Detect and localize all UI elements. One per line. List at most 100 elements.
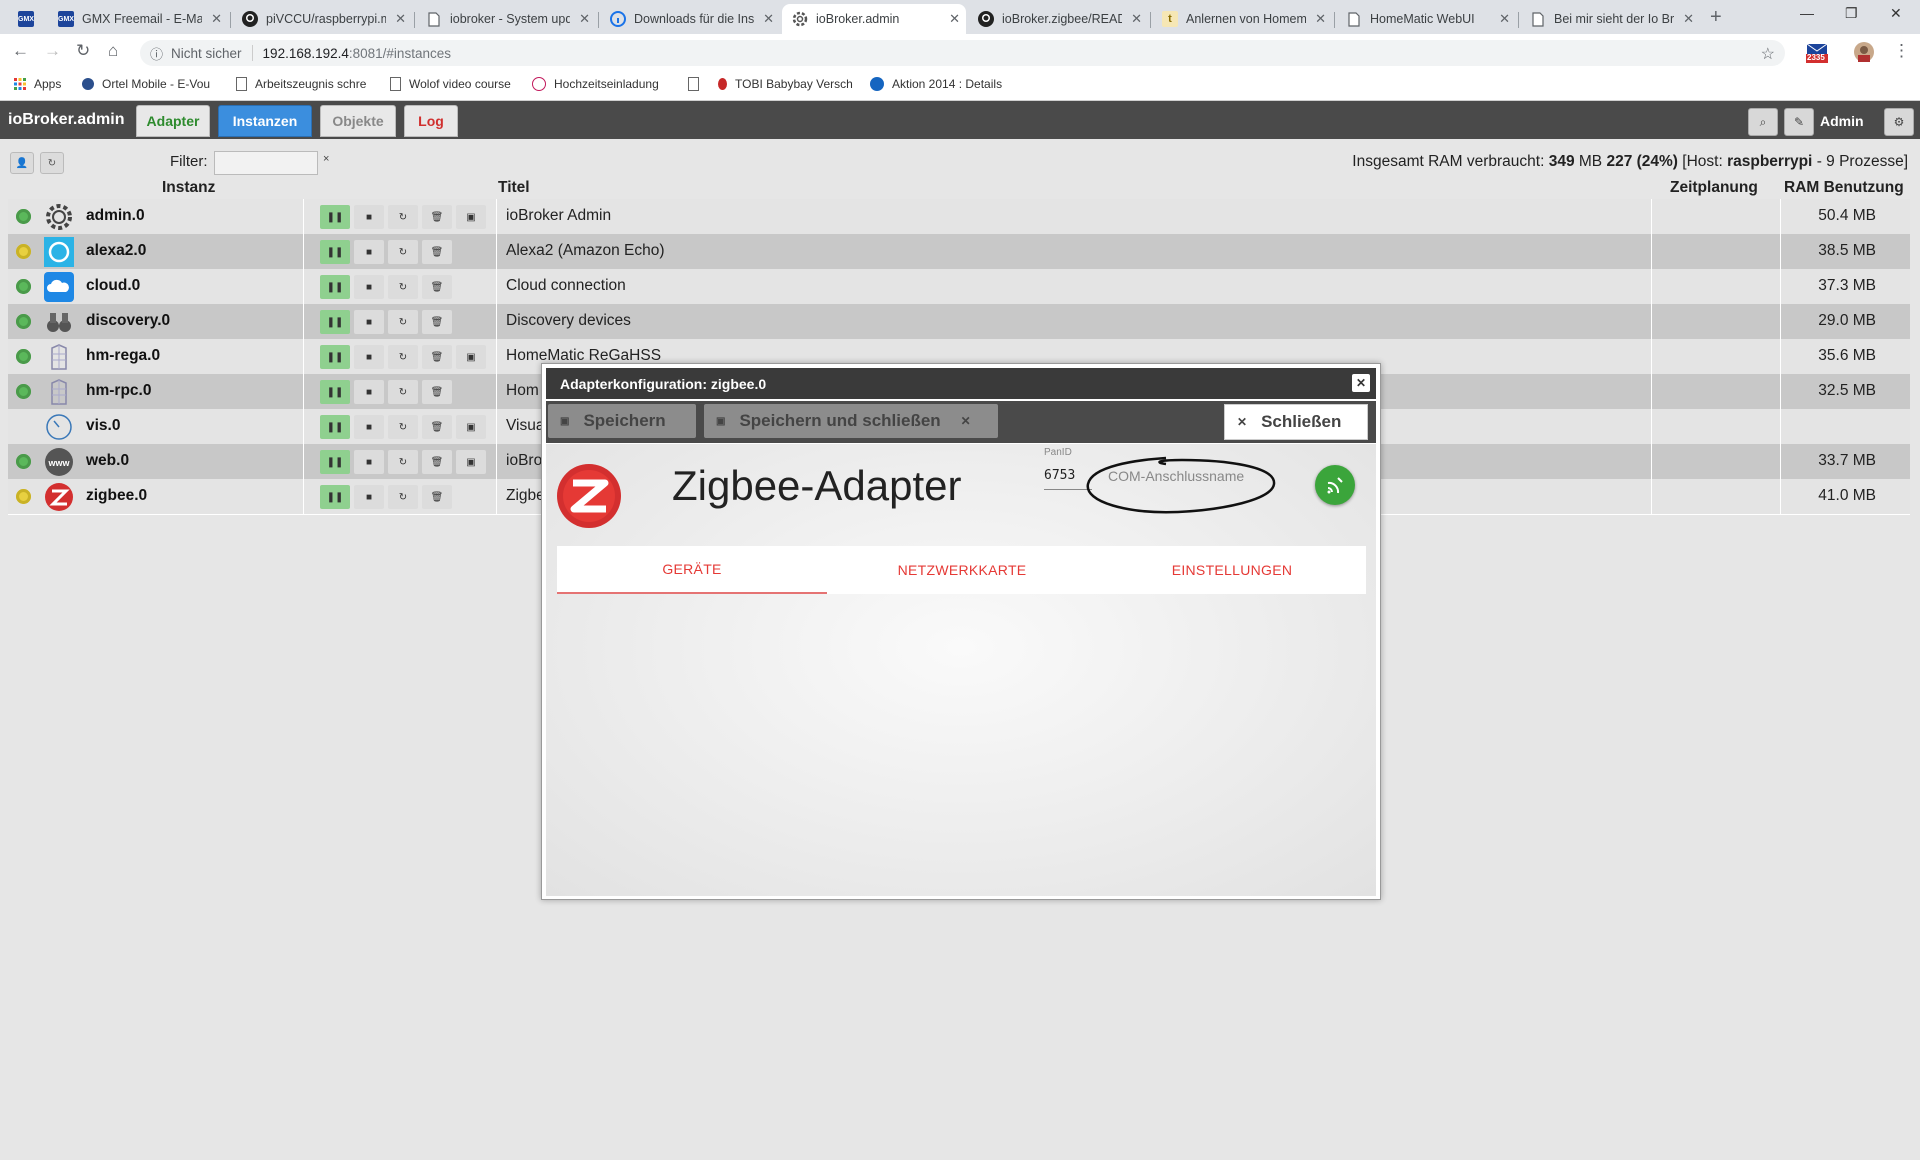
star-icon[interactable]: ☆ — [1761, 44, 1775, 64]
restart-button[interactable]: ↻ — [388, 415, 418, 439]
menu-icon[interactable]: ⋮ — [1893, 41, 1910, 61]
minimize-icon[interactable]: — — [1800, 5, 1814, 21]
url-field[interactable]: ⓘ Nicht sicher 192.168.192.4 :8081/#inst… — [140, 40, 1785, 66]
home-icon[interactable]: ⌂ — [108, 41, 118, 61]
window-close-icon[interactable]: ✕ — [1890, 5, 1902, 22]
bookmark[interactable]: Hochzeitseinladung — [532, 77, 668, 91]
web-link-button[interactable]: ▣ — [456, 205, 486, 229]
close-icon[interactable]: ✕ — [395, 11, 406, 27]
delete-button[interactable]: 🗑 — [422, 450, 452, 474]
bookmark[interactable] — [688, 77, 707, 91]
restart-button[interactable]: ↻ — [388, 275, 418, 299]
browser-tab[interactable]: piVCCU/raspberrypi.m ✕ — [232, 4, 412, 34]
bookmark[interactable]: Aktion 2014 : Details — [870, 77, 1002, 91]
info-icon[interactable]: ⓘ — [150, 44, 163, 63]
profile-avatar[interactable] — [1854, 42, 1874, 67]
bookmark[interactable]: TOBI Babybay Versch — [718, 77, 854, 91]
restart-button[interactable]: ↻ — [388, 450, 418, 474]
filter-input[interactable] — [214, 151, 318, 175]
delete-button[interactable]: 🗑 — [422, 240, 452, 264]
bookmark[interactable]: Ortel Mobile - E-Vou — [82, 77, 222, 91]
pause-button[interactable]: ❚❚ — [320, 275, 350, 299]
stop-button[interactable]: ■ — [354, 240, 384, 264]
table-row[interactable]: discovery.0 ❚❚ ■ ↻ 🗑 Discovery devices 2… — [8, 304, 1910, 340]
user-filter-icon[interactable]: 👤 — [10, 152, 34, 174]
browser-tab[interactable]: t Anlernen von Homem ✕ — [1152, 4, 1332, 34]
col-titel[interactable]: Titel — [498, 179, 530, 197]
forward-icon[interactable]: → — [44, 41, 61, 61]
tab-objekte[interactable]: Objekte — [320, 105, 396, 137]
new-tab-button[interactable]: + — [1710, 6, 1722, 29]
pause-button[interactable]: ❚❚ — [320, 450, 350, 474]
table-row[interactable]: alexa2.0 ❚❚ ■ ↻ 🗑 Alexa2 (Amazon Echo) 3… — [8, 234, 1910, 270]
browser-tab-active[interactable]: ioBroker.admin ✕ — [782, 4, 966, 34]
pause-button[interactable]: ❚❚ — [320, 415, 350, 439]
delete-button[interactable]: 🗑 — [422, 485, 452, 509]
close-icon[interactable]: ✕ — [211, 11, 222, 27]
delete-button[interactable]: 🗑 — [422, 310, 452, 334]
pause-button[interactable]: ❚❚ — [320, 310, 350, 334]
stop-button[interactable]: ■ — [354, 275, 384, 299]
back-icon[interactable]: ← — [12, 41, 29, 61]
table-row[interactable]: admin.0 ❚❚ ■ ↻ 🗑 ▣ ioBroker Admin 50.4 M… — [8, 199, 1910, 235]
web-link-button[interactable]: ▣ — [456, 415, 486, 439]
dialog-titlebar[interactable]: Adapterkonfiguration: zigbee.0 ✕ — [546, 368, 1376, 399]
tab-geraete[interactable]: GERÄTE — [557, 546, 827, 594]
restart-button[interactable]: ↻ — [388, 310, 418, 334]
clear-filter-button[interactable]: × — [323, 153, 329, 165]
delete-button[interactable]: 🗑 — [422, 415, 452, 439]
save-button[interactable]: ▣ Speichern — [548, 404, 696, 438]
restore-icon[interactable]: ❐ — [1845, 5, 1858, 22]
mail-extension-icon[interactable]: 2335 — [1806, 42, 1828, 69]
browser-tab-gmx-pinned[interactable]: GMX — [8, 4, 48, 34]
close-icon[interactable]: ✕ — [1499, 11, 1510, 27]
browser-tab[interactable]: ioBroker.zigbee/READ ✕ — [968, 4, 1148, 34]
web-link-button[interactable]: ▣ — [456, 450, 486, 474]
tab-einstellungen[interactable]: EINSTELLUNGEN — [1097, 546, 1367, 594]
save-close-button[interactable]: ▣ Speichern und schließen ✕ — [704, 404, 998, 438]
browser-tab[interactable]: HomeMatic WebUI ✕ — [1336, 4, 1516, 34]
col-zeitplanung[interactable]: Zeitplanung — [1670, 179, 1758, 197]
stop-button[interactable]: ■ — [354, 415, 384, 439]
pause-button[interactable]: ❚❚ — [320, 485, 350, 509]
close-icon[interactable]: ✕ — [579, 11, 590, 27]
pause-button[interactable]: ❚❚ — [320, 240, 350, 264]
stop-button[interactable]: ■ — [354, 310, 384, 334]
pause-button[interactable]: ❚❚ — [320, 205, 350, 229]
stop-button[interactable]: ■ — [354, 205, 384, 229]
browser-tab[interactable]: Downloads für die Inst ✕ — [600, 4, 780, 34]
bookmark[interactable]: Arbeitszeugnis schre — [236, 77, 372, 91]
stop-button[interactable]: ■ — [354, 345, 384, 369]
table-row[interactable]: cloud.0 ❚❚ ■ ↻ 🗑 Cloud connection 37.3 M… — [8, 269, 1910, 305]
edit-icon[interactable]: ✎ — [1784, 108, 1814, 136]
reload-icon[interactable]: ↻ — [76, 41, 90, 61]
close-button[interactable]: ✕ Schließen — [1224, 404, 1368, 440]
restart-button[interactable]: ↻ — [388, 205, 418, 229]
settings-gear-icon[interactable]: ⚙ — [1884, 108, 1914, 136]
restart-button[interactable]: ↻ — [388, 380, 418, 404]
restart-button[interactable]: ↻ — [388, 345, 418, 369]
restart-button[interactable]: ↻ — [388, 485, 418, 509]
tab-adapter[interactable]: Adapter — [136, 105, 210, 137]
close-icon[interactable]: ✕ — [1683, 11, 1694, 27]
com-port-input[interactable]: COM-Anschlussname — [1108, 468, 1244, 484]
browser-tab[interactable]: iobroker - System upd ✕ — [416, 4, 596, 34]
col-instanz[interactable]: Instanz — [162, 179, 215, 197]
scan-devices-button[interactable] — [1315, 465, 1355, 505]
delete-button[interactable]: 🗑 — [422, 345, 452, 369]
dialog-close-icon[interactable]: ✕ — [1352, 374, 1370, 392]
close-icon[interactable]: ✕ — [1315, 11, 1326, 27]
delete-button[interactable]: 🗑 — [422, 275, 452, 299]
browser-tab[interactable]: Bei mir sieht der Io Br ✕ — [1520, 4, 1700, 34]
tab-netzwerkkarte[interactable]: NETZWERKKARTE — [827, 546, 1097, 594]
close-icon[interactable]: ✕ — [763, 11, 774, 27]
col-ram[interactable]: RAM Benutzung — [1784, 179, 1904, 197]
delete-button[interactable]: 🗑 — [422, 205, 452, 229]
bookmark[interactable]: Wolof video course — [390, 77, 511, 91]
pause-button[interactable]: ❚❚ — [320, 345, 350, 369]
bookmark-apps[interactable]: Apps — [14, 77, 61, 91]
tab-log[interactable]: Log — [404, 105, 458, 137]
web-link-button[interactable]: ▣ — [456, 345, 486, 369]
refresh-icon[interactable]: ↻ — [40, 152, 64, 174]
close-icon[interactable]: ✕ — [1131, 11, 1142, 27]
